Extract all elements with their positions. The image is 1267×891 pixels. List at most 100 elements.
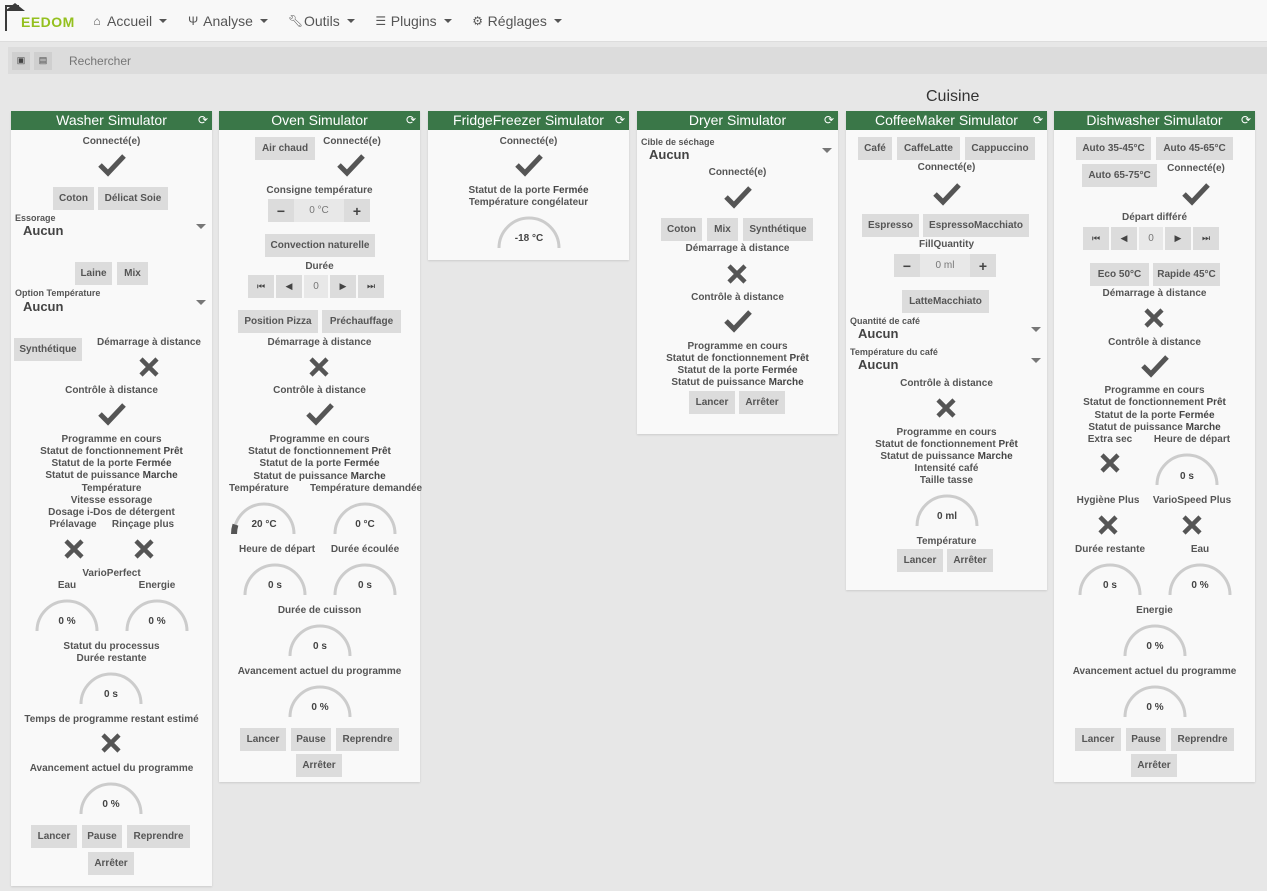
arreter-button[interactable]: Arrêter [296, 754, 342, 777]
plus-icon[interactable]: + [344, 199, 370, 222]
menu-analyse[interactable]: Ψ Analyse [177, 0, 278, 42]
menu-reglages[interactable]: ⚙ Réglages [462, 0, 572, 42]
picture-icon[interactable]: ▣ [12, 51, 30, 70]
label-connected: Connecté(e) [82, 136, 141, 147]
cafe-button[interactable]: Café [858, 137, 892, 160]
step-forward-icon[interactable]: ▶ [330, 275, 356, 298]
temp-cafe-select[interactable]: Aucun [858, 357, 898, 372]
cappuccino-button[interactable]: Cappuccino [965, 137, 1035, 160]
minus-icon[interactable]: − [268, 199, 294, 222]
caret-down-icon[interactable] [1031, 358, 1041, 363]
search-input[interactable] [69, 53, 469, 68]
lancer-button[interactable]: Lancer [240, 728, 286, 751]
label-temps-estime: Temps de programme restant estimé [24, 714, 199, 725]
espressomacchiato-button[interactable]: EspressoMacchiato [923, 214, 1029, 237]
cible-select[interactable]: Aucun [649, 147, 689, 162]
caret-down-icon[interactable] [196, 224, 206, 229]
air-chaud-button[interactable]: Air chaud [255, 137, 315, 160]
laine-button[interactable]: Laine [75, 262, 112, 285]
coton-button[interactable]: Coton [53, 187, 94, 210]
prechauffage-button[interactable]: Préchauffage [322, 310, 401, 333]
fillquantity-stepper[interactable]: − 0 ml + [894, 254, 996, 277]
refresh-icon[interactable]: ⟳ [406, 111, 416, 130]
label-connected: Connecté(e) [1167, 163, 1225, 174]
refresh-icon[interactable]: ⟳ [615, 111, 625, 130]
taille-value: 0 ml [936, 511, 957, 522]
pause-button[interactable]: Pause [1126, 728, 1166, 751]
caret-down-icon[interactable] [196, 300, 206, 305]
label-controle: Contrôle à distance [273, 385, 366, 396]
reprendre-button[interactable]: Reprendre [127, 825, 190, 848]
fast-forward-icon[interactable]: ⏭ [358, 275, 384, 298]
option-temp-select[interactable]: Aucun [23, 299, 63, 314]
pause-button[interactable]: Pause [82, 825, 122, 848]
auto-65-75-button[interactable]: Auto 65-75°C [1082, 164, 1157, 187]
duree-restante-value: 0 s [104, 689, 118, 700]
statut-porte: Statut de la porte Fermée [51, 458, 172, 469]
convection-button[interactable]: Convection naturelle [265, 234, 375, 257]
label-programme: Programme en cours [1104, 385, 1205, 396]
espresso-button[interactable]: Espresso [862, 214, 919, 237]
auto-35-45-button[interactable]: Auto 35-45°C [1076, 137, 1151, 160]
essorage-select[interactable]: Aucun [23, 223, 63, 238]
heure-depart-gauge [1155, 453, 1219, 486]
label-temperature: Température [916, 536, 977, 547]
lancer-button[interactable]: Lancer [897, 549, 943, 572]
refresh-icon[interactable]: ⟳ [1241, 111, 1251, 130]
synthetique-button[interactable]: Synthétique [14, 338, 82, 361]
fast-backward-icon[interactable]: ⏮ [248, 275, 274, 298]
step-forward-icon[interactable]: ▶ [1165, 227, 1191, 250]
coton-button[interactable]: Coton [661, 218, 702, 241]
arreter-button[interactable]: Arrêter [947, 549, 993, 572]
arreter-button[interactable]: Arrêter [739, 391, 785, 414]
lattemacchiato-button[interactable]: LatteMacchiato [902, 290, 989, 313]
mix-button[interactable]: Mix [117, 262, 148, 285]
lancer-button[interactable]: Lancer [1075, 728, 1121, 751]
quantite-select[interactable]: Aucun [858, 326, 898, 341]
menu-outils[interactable]: 🔧︎ Outils [278, 0, 365, 42]
position-pizza-button[interactable]: Position Pizza [238, 310, 318, 333]
caffelatte-button[interactable]: CaffeLatte [897, 137, 960, 160]
arreter-button[interactable]: Arrêter [1131, 754, 1177, 777]
cross-icon [139, 357, 159, 377]
label-hygiene: Hygiène Plus [1076, 495, 1140, 506]
reprendre-button[interactable]: Reprendre [336, 728, 399, 751]
pause-button[interactable]: Pause [291, 728, 331, 751]
auto-45-65-button[interactable]: Auto 45-65°C [1156, 137, 1233, 160]
cross-icon [1098, 515, 1118, 535]
delicat-soie-button[interactable]: Délicat Soie [98, 187, 168, 210]
card-header: CoffeeMaker Simulator ⟳ [846, 111, 1047, 130]
arreter-button[interactable]: Arrêter [88, 852, 134, 875]
jeedom-logo[interactable]: EEDOM [3, 0, 74, 42]
refresh-icon[interactable]: ⟳ [198, 111, 208, 130]
caret-down-icon[interactable] [1031, 327, 1041, 332]
consigne-stepper[interactable]: − 0 °C + [268, 199, 370, 222]
file-icon[interactable]: ▤ [34, 51, 52, 70]
cross-icon [309, 357, 329, 377]
reprendre-button[interactable]: Reprendre [1171, 728, 1234, 751]
rapide-45-button[interactable]: Rapide 45°C [1153, 263, 1220, 286]
menu-accueil[interactable]: ⌂ Accueil [81, 0, 177, 42]
minus-icon[interactable]: − [894, 254, 920, 277]
menu-plugins[interactable]: ☰ Plugins [365, 0, 462, 42]
step-backward-icon[interactable]: ◀ [1111, 227, 1137, 250]
plus-icon[interactable]: + [970, 254, 996, 277]
caret-down-icon[interactable] [822, 148, 832, 153]
fast-backward-icon[interactable]: ⏮ [1083, 227, 1109, 250]
lancer-button[interactable]: Lancer [689, 391, 735, 414]
mix-button[interactable]: Mix [707, 218, 738, 241]
statut-puissance: Statut de puissance Marche [253, 471, 386, 482]
step-backward-icon[interactable]: ◀ [276, 275, 302, 298]
check-icon [306, 403, 334, 426]
refresh-icon[interactable]: ⟳ [1033, 111, 1043, 130]
eco-50-button[interactable]: Eco 50°C [1090, 263, 1149, 286]
refresh-icon[interactable]: ⟳ [824, 111, 834, 130]
lancer-button[interactable]: Lancer [31, 825, 77, 848]
fast-forward-icon[interactable]: ⏭ [1193, 227, 1219, 250]
label-prelavage: Prélavage [49, 519, 97, 530]
caret-down-icon [159, 18, 168, 23]
statut-porte: Statut de la porte Fermée [1094, 410, 1215, 421]
statut-porte: Statut de la porte Fermée [259, 458, 380, 469]
synthetique-button[interactable]: Synthétique [743, 218, 813, 241]
check-icon [515, 154, 543, 177]
